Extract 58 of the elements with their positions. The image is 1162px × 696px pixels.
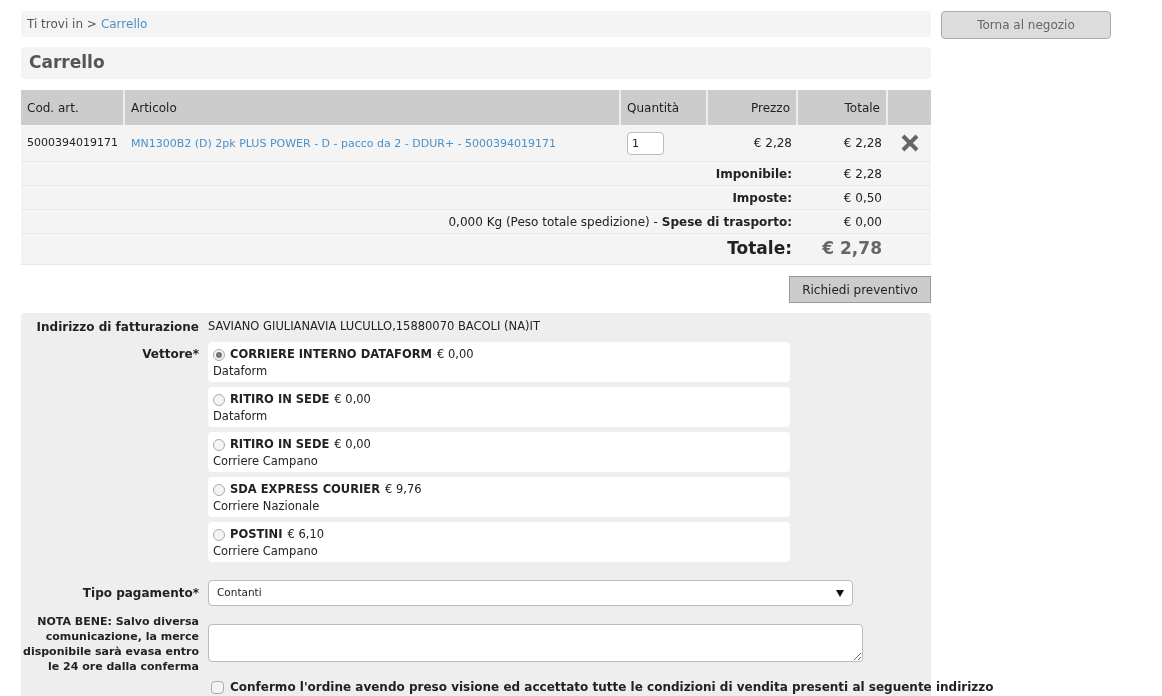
column-header: Quantità <box>621 90 708 125</box>
summary-value: € 0,00 <box>842 213 883 231</box>
carrier-service: Dataform <box>213 408 269 426</box>
carrier-price: € 0,00 <box>437 346 474 363</box>
confirm-text: Confermo l'ordine avendo preso visione ed accettato tutte le condizioni di vendita presenti al seguente indirizzo <box>230 679 994 696</box>
payment-select[interactable]: Contanti <box>208 580 853 606</box>
radio-button[interactable] <box>213 483 225 496</box>
quantity-field[interactable]: 1 <box>627 131 664 155</box>
summary-label: Totale: <box>727 237 792 261</box>
column-header: Totale <box>798 90 888 125</box>
column-header: Prezzo <box>708 90 798 125</box>
radio-button[interactable] <box>213 348 225 361</box>
weight-note: 0,000 Kg (Peso totale spedizione) - <box>448 213 658 231</box>
radio-button[interactable] <box>213 393 225 406</box>
item-code: 5000394019171 <box>27 135 118 149</box>
carrier-service: Corriere Campano <box>213 453 319 471</box>
radio-button[interactable] <box>213 438 225 451</box>
note-text: NOTA BENE: Salvo diversa comunicazione, la merce disponibile sarà evasa entro le 24 ore dalla conferma <box>22 614 199 674</box>
summary-value: € 0,50 <box>842 189 883 207</box>
summary-label: Spese di trasporto: <box>661 213 792 231</box>
carrier-name: CORRIERE INTERNO DATAFORM <box>230 346 432 363</box>
summary-value: € 2,78 <box>821 237 883 261</box>
carrier-price: € 9,76 <box>385 481 422 498</box>
breadcrumb-prefix: Ti trovi in > <box>27 15 97 33</box>
carrier-name: POSTINI <box>230 526 283 543</box>
summary-value: € 2,28 <box>842 165 883 183</box>
carrier-name: SDA EXPRESS COURIER <box>230 481 381 498</box>
field-label: Tipo pagamento* <box>81 585 199 602</box>
carrier-price: € 0,00 <box>334 436 371 453</box>
carrier-price: € 0,00 <box>334 391 371 408</box>
dropdown-arrow-icon <box>836 589 844 597</box>
field-label: Vettore* <box>141 346 199 363</box>
table-cell-text: € 2,28 <box>842 135 883 152</box>
carrier-name: RITIRO IN SEDE <box>230 436 330 453</box>
field-label: Indirizzo di fatturazione <box>35 319 199 336</box>
remove-icon[interactable] <box>899 133 920 153</box>
carrier-option[interactable]: RITIRO IN SEDE € 0,00 Dataform <box>208 387 790 427</box>
notes-field[interactable] <box>208 624 863 662</box>
radio-button[interactable] <box>213 528 225 541</box>
carrier-service: Corriere Campano <box>213 543 319 561</box>
billing-address: SAVIANO GIULIANAVIA LUCULLO,15880070 BACOLI (NA)IT <box>208 318 540 336</box>
summary-label: Imposte: <box>732 189 792 207</box>
column-header: Cod. art. <box>21 90 125 125</box>
carrier-option[interactable]: POSTINI € 6,10 Corriere Campano <box>208 522 790 562</box>
confirm-checkbox[interactable] <box>211 680 224 694</box>
carrier-service: Corriere Nazionale <box>213 498 321 516</box>
page-title: Carrello <box>29 51 105 75</box>
carrier-name: RITIRO IN SEDE <box>230 391 330 408</box>
quote-button[interactable]: Richiedi preventivo <box>789 276 931 303</box>
back-to-shop-button[interactable]: Torna al negozio <box>941 11 1111 39</box>
column-header: Articolo <box>125 90 621 125</box>
carrier-price: € 6,10 <box>287 526 325 543</box>
carrier-option[interactable]: SDA EXPRESS COURIER € 9,76 Corriere Nazionale <box>208 477 790 517</box>
carrier-service: Dataform <box>213 363 269 381</box>
table-cell-text: € 2,28 <box>752 135 793 152</box>
carrier-option[interactable]: CORRIERE INTERNO DATAFORM € 0,00 Dataform <box>208 342 790 382</box>
summary-label: Imponibile: <box>715 165 792 183</box>
carrier-option[interactable]: RITIRO IN SEDE € 0,00 Corriere Campano <box>208 432 790 472</box>
